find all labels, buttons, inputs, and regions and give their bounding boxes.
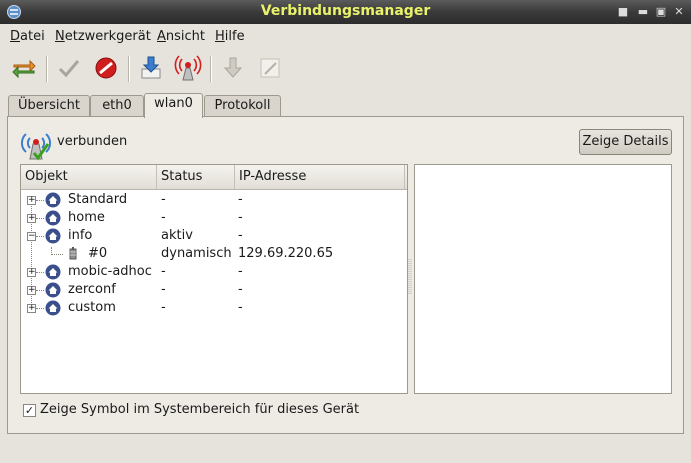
tree-line — [36, 218, 44, 220]
expand-icon[interactable]: + — [27, 268, 36, 277]
table-row[interactable]: + custom - - — [21, 299, 407, 317]
network-interface-icon — [69, 247, 77, 260]
show-tray-icon-checkbox[interactable]: ✓ — [23, 404, 36, 417]
column-header-objekt[interactable]: Objekt — [21, 165, 157, 189]
menu-hilfe[interactable]: Hilfe — [215, 29, 245, 44]
row-name: home — [68, 210, 105, 225]
wlan0-panel: verbunden Zeige Details Objekt Status IP… — [7, 116, 684, 434]
tab-protokoll[interactable]: Protokoll — [204, 95, 281, 117]
row-status: dynamisch — [161, 246, 232, 261]
row-name: custom — [68, 300, 116, 315]
wireless-connected-icon — [20, 133, 52, 161]
tab-uebersicht[interactable]: Übersicht — [8, 95, 90, 117]
menu-ansicht[interactable]: Ansicht — [157, 29, 205, 44]
row-ip: - — [238, 264, 243, 279]
row-status: - — [161, 282, 166, 297]
minimize-icon[interactable]: ▬ — [636, 5, 650, 19]
tree-line — [36, 290, 44, 292]
connection-tree[interactable]: Objekt Status IP-Adresse + Standard - - … — [20, 164, 408, 394]
checkmark-icon[interactable] — [55, 54, 83, 82]
expand-icon[interactable]: + — [27, 304, 36, 313]
tree-line — [36, 308, 44, 310]
menu-icon[interactable]: ■ — [616, 5, 630, 19]
edit-icon[interactable] — [256, 54, 284, 82]
home-network-icon — [45, 228, 61, 244]
show-details-button[interactable]: Zeige Details — [579, 129, 672, 155]
toolbar-separator — [210, 56, 212, 82]
row-status: - — [161, 192, 166, 207]
row-ip: - — [238, 210, 243, 225]
expand-icon[interactable]: + — [27, 196, 36, 205]
home-network-icon — [45, 282, 61, 298]
tree-line — [36, 200, 44, 202]
menu-datei[interactable]: Datei — [10, 29, 45, 44]
table-row[interactable]: − info aktiv - — [21, 227, 407, 245]
window-title: Verbindungsmanager — [260, 3, 431, 19]
column-header-status[interactable]: Status — [157, 165, 235, 189]
menu-bar: Datei Netzwerkgerät Ansicht Hilfe — [0, 24, 691, 48]
home-network-icon — [45, 210, 61, 226]
arrow-down-icon[interactable] — [219, 54, 247, 82]
table-row[interactable]: + zerconf - - — [21, 281, 407, 299]
row-status: - — [161, 264, 166, 279]
maximize-icon[interactable]: ▣ — [654, 5, 668, 19]
show-tray-icon-label[interactable]: Zeige Symbol im Systembereich für dieses… — [40, 402, 359, 417]
wireless-antenna-icon[interactable] — [174, 54, 202, 82]
toolbar — [0, 50, 691, 90]
row-name: info — [68, 228, 93, 243]
row-name: zerconf — [68, 282, 116, 297]
pane-splitter-handle[interactable] — [408, 257, 412, 297]
tree-line — [51, 254, 63, 256]
row-status: - — [161, 210, 166, 225]
tab-wlan0[interactable]: wlan0 — [144, 93, 203, 118]
expand-icon[interactable]: + — [27, 214, 36, 223]
expand-icon[interactable]: + — [27, 286, 36, 295]
toolbar-separator — [46, 56, 48, 82]
collapse-icon[interactable]: − — [27, 232, 36, 241]
row-ip: - — [238, 192, 243, 207]
tab-eth0[interactable]: eth0 — [90, 95, 144, 117]
download-icon[interactable] — [137, 54, 165, 82]
tree-line — [36, 272, 44, 274]
row-name: Standard — [68, 192, 128, 207]
table-row[interactable]: + home - - — [21, 209, 407, 227]
row-ip: - — [238, 300, 243, 315]
home-network-icon — [45, 264, 61, 280]
refresh-icon[interactable] — [10, 54, 38, 82]
disconnect-icon[interactable] — [92, 54, 120, 82]
row-status: - — [161, 300, 166, 315]
home-network-icon — [45, 192, 61, 208]
row-ip: - — [238, 282, 243, 297]
table-row[interactable]: + mobic-adhoc - - — [21, 263, 407, 281]
tree-header: Objekt Status IP-Adresse — [21, 165, 407, 190]
toolbar-separator — [128, 56, 130, 82]
table-row[interactable]: #0 dynamisch 129.69.220.65 — [21, 245, 407, 263]
table-row[interactable]: + Standard - - — [21, 191, 407, 209]
details-pane — [414, 164, 672, 394]
close-icon[interactable]: ✕ — [672, 5, 686, 19]
title-bar[interactable]: Verbindungsmanager ■ ▬ ▣ ✕ — [0, 0, 691, 24]
menu-netzwerkgeraet[interactable]: Netzwerkgerät — [55, 29, 151, 44]
row-status: aktiv — [161, 228, 193, 243]
row-ip: 129.69.220.65 — [238, 246, 334, 261]
row-name: #0 — [88, 246, 108, 261]
row-name: mobic-adhoc — [68, 264, 152, 279]
column-header-ip-adresse[interactable]: IP-Adresse — [235, 165, 405, 189]
connection-manager-window: Verbindungsmanager ■ ▬ ▣ ✕ Datei Netzwer… — [0, 0, 691, 463]
tree-line — [36, 236, 44, 238]
connection-status: verbunden — [57, 134, 128, 149]
home-network-icon — [45, 300, 61, 316]
row-ip: - — [238, 228, 243, 243]
